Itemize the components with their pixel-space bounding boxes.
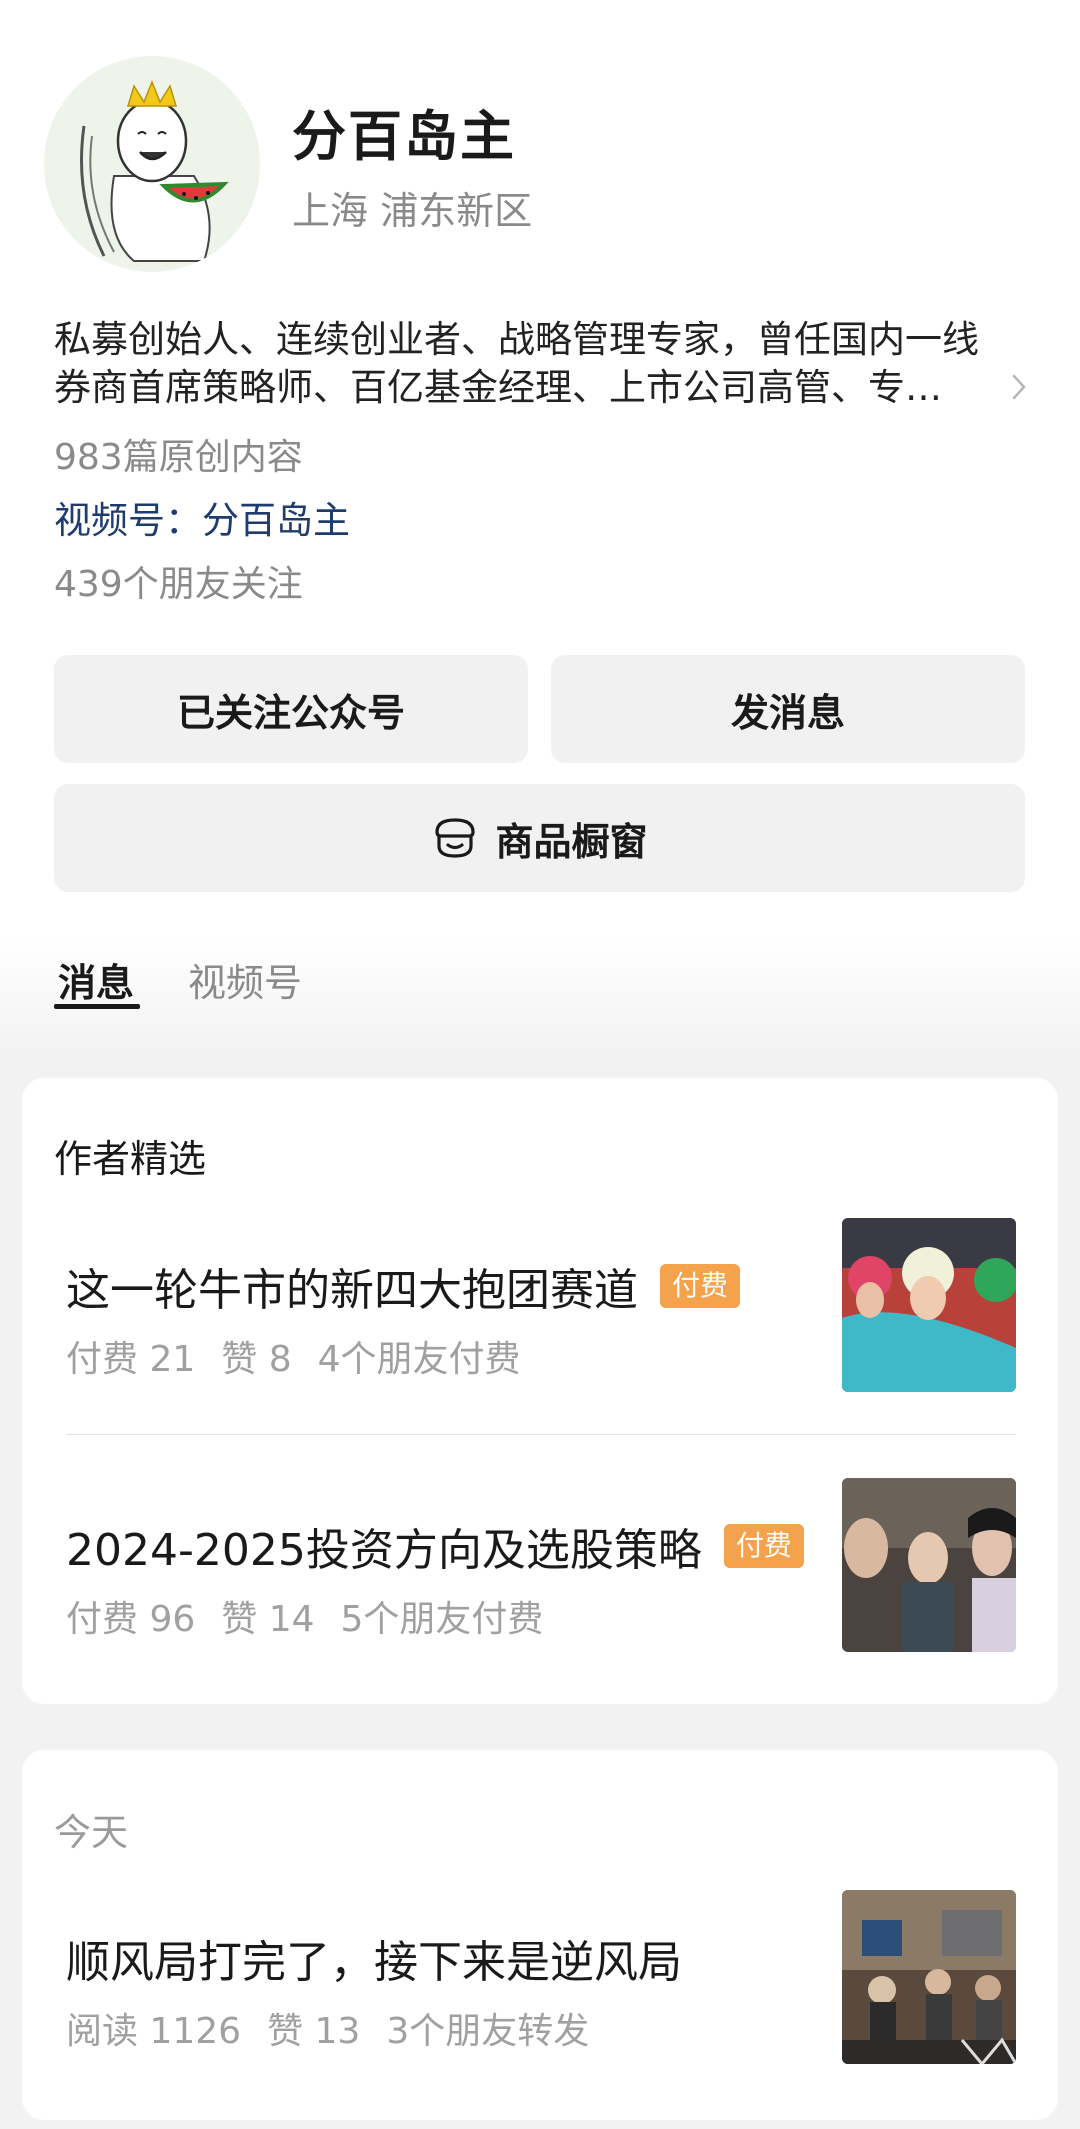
article-item[interactable]: 顺风局打完了，接下来是逆风局 阅读 1126 赞 13 3个朋友转发 <box>22 1890 1058 2070</box>
featured-card: 作者精选 这一轮牛市的新四大抱团赛道 付费 付费 21 赞 8 4个朋友付费 2… <box>22 1078 1058 1704</box>
article-item[interactable]: 2024-2025投资方向及选股策略 付费 付费 96 赞 14 5个朋友付费 <box>22 1478 1058 1658</box>
article-thumbnail <box>842 1218 1016 1392</box>
like-count: 赞 8 <box>221 1339 292 1380</box>
profile-name: 分百岛主 <box>292 105 516 168</box>
paid-badge: 付费 <box>660 1264 741 1308</box>
article-stats: 付费 96 赞 14 5个朋友付费 <box>66 1590 543 1642</box>
like-count: 赞 14 <box>221 1599 315 1640</box>
paid-count: 付费 96 <box>66 1599 196 1640</box>
article-title: 这一轮牛市的新四大抱团赛道 付费 <box>66 1254 741 1318</box>
shop-button-label: 商品橱窗 <box>495 819 648 864</box>
article-item[interactable]: 这一轮牛市的新四大抱团赛道 付费 付费 21 赞 8 4个朋友付费 <box>22 1218 1058 1398</box>
follow-button-label: 已关注公众号 <box>176 690 405 735</box>
friends-paid: 4个朋友付费 <box>317 1339 521 1380</box>
article-stats: 付费 21 赞 8 4个朋友付费 <box>66 1330 521 1382</box>
paid-badge: 付费 <box>723 1524 804 1568</box>
tab-underline <box>54 1004 140 1009</box>
read-count: 阅读 1126 <box>66 2011 242 2052</box>
article-thumbnail <box>842 1890 1016 2064</box>
shop-icon <box>435 818 476 858</box>
divider <box>66 1434 1016 1435</box>
friends-shared: 3个朋友转发 <box>386 2011 590 2052</box>
message-button[interactable]: 发消息 <box>551 655 1025 763</box>
article-title-text: 这一轮牛市的新四大抱团赛道 <box>66 1265 638 1316</box>
channel-name: 分百岛主 <box>202 499 350 542</box>
avatar[interactable] <box>44 56 260 272</box>
article-title-text: 顺风局打完了，接下来是逆风局 <box>66 1937 682 1988</box>
friends-following: 439个朋友关注 <box>54 564 303 605</box>
channel-label: 视频号： <box>54 499 202 542</box>
shop-window-button[interactable]: 商品橱窗 <box>54 784 1025 892</box>
featured-title: 作者精选 <box>54 1137 207 1181</box>
profile-location: 上海 浦东新区 <box>292 189 533 233</box>
message-button-label: 发消息 <box>730 690 845 735</box>
tab-messages[interactable]: 消息 <box>58 952 134 1007</box>
tab-channels[interactable]: 视频号 <box>188 952 302 1007</box>
profile-page: 分百岛主 上海 浦东新区 私募创始人、连续创业者、战略管理专家，曾任国内一线券商… <box>0 0 1080 2129</box>
chevron-right-icon[interactable] <box>1004 372 1034 402</box>
article-stats: 阅读 1126 赞 13 3个朋友转发 <box>66 2002 589 2054</box>
article-thumbnail <box>842 1478 1016 1652</box>
article-title: 2024-2025投资方向及选股策略 付费 <box>66 1514 804 1578</box>
original-count: 983篇原创内容 <box>54 437 303 478</box>
article-title-text: 2024-2025投资方向及选股策略 <box>66 1525 702 1576</box>
today-card: 今天 顺风局打完了，接下来是逆风局 阅读 1126 赞 13 3个朋友转发 <box>22 1750 1058 2120</box>
like-count: 赞 13 <box>267 2011 361 2052</box>
channel-link[interactable]: 视频号：分百岛主 <box>54 490 350 544</box>
follow-button[interactable]: 已关注公众号 <box>54 655 528 763</box>
profile-bio[interactable]: 私募创始人、连续创业者、战略管理专家，曾任国内一线券商首席策略师、百亿基金经理、… <box>54 316 1014 412</box>
friends-paid: 5个朋友付费 <box>340 1599 544 1640</box>
date-label: 今天 <box>54 1811 128 1854</box>
article-title: 顺风局打完了，接下来是逆风局 <box>66 1926 682 1990</box>
paid-count: 付费 21 <box>66 1339 196 1380</box>
